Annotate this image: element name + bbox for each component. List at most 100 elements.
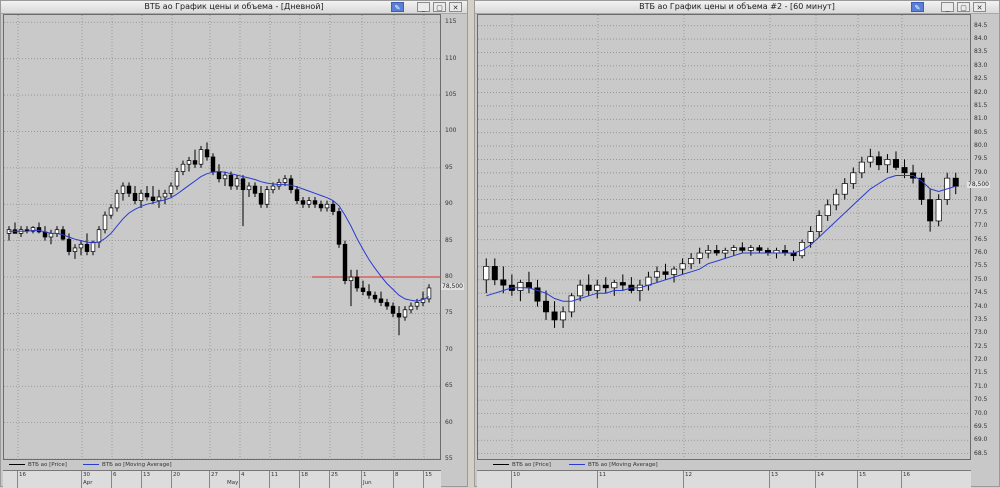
y-axis: 115 110 105 100 95 90 85 80 75 70 65 60 55 [443,14,467,462]
price-chart-plot[interactable] [3,14,441,460]
y-tick-label: 69.5 [974,422,988,430]
legend-ma-label: ВТБ ао [Moving Average] [102,462,172,468]
candle-up [72,247,78,252]
candle-up [324,203,330,209]
x-tick-label: 18 [301,472,308,478]
candle-down [500,279,507,286]
candle-up [671,268,678,275]
candle-down [150,196,156,201]
moving-average-line [486,175,956,302]
candle-up [414,302,420,307]
candle-up [824,204,831,216]
window-titlebar[interactable]: ВТБ ао График цены и объема #2 - [60 мин… [475,1,999,14]
candle-up [517,282,524,291]
y-tick-label: 75 [445,309,453,317]
x-tick [511,471,512,488]
window-titlebar[interactable]: ВТБ ао График цены и объема - [Дневной] … [1,1,467,14]
candle-down [378,298,384,303]
x-tick-label: 4 [241,472,245,478]
candle-up [645,276,652,286]
candle-down [210,156,216,172]
y-tick-label: 79.0 [974,168,988,176]
candle-up [198,149,204,165]
x-tick-label: 11 [271,472,278,478]
candle-down [390,305,396,314]
candle-up [935,199,942,222]
y-tick-label: 83.0 [974,61,988,69]
candle-up [102,214,108,231]
candle-down [258,192,264,205]
x-tick-label: 14 [817,472,824,478]
candle-down [372,294,378,300]
pin-icon[interactable]: ✎ [391,2,404,12]
y-tick-label: 73.0 [974,329,988,337]
x-month-label: Apr [83,480,93,486]
candle-down [132,192,138,201]
y-tick-label: 70.0 [974,409,988,417]
candle-up [48,233,54,238]
y-axis: 84.5 84.0 83.5 83.0 82.5 82.0 81.5 81.0 80.5 80.0… [972,14,998,458]
candle-down [360,287,366,292]
x-tick-label: 6 [113,472,117,478]
close-button[interactable]: ✕ [973,2,986,12]
close-button[interactable]: ✕ [449,2,462,12]
x-tick [683,471,684,488]
x-tick [81,471,82,488]
x-tick [815,471,816,488]
candle-up [78,243,84,249]
minimize-button[interactable]: _ [941,2,954,12]
x-tick [171,471,172,488]
y-tick-label: 76.5 [974,235,988,243]
candle-down [384,302,390,307]
legend-price: ВТБ ао [Price] [9,462,67,468]
candle-down [892,159,899,168]
y-tick-label: 80 [445,273,453,281]
candle-up [180,163,186,172]
candle-up [120,185,126,194]
x-tick-label: 10 [513,472,520,478]
candle-up [270,185,276,191]
x-tick-label: 27 [211,472,218,478]
x-tick-label: 15 [859,472,866,478]
y-tick-label: 60 [445,418,453,426]
x-tick-label: 13 [771,472,778,478]
candle-up [96,229,102,243]
minimize-button[interactable]: _ [417,2,430,12]
y-tick-label: 72.5 [974,342,988,350]
x-tick-label: 15 [425,472,432,478]
candle-down [662,271,669,275]
legend-ma-label: ВТБ ао [Moving Average] [588,462,658,468]
x-tick-label: 12 [685,472,692,478]
y-tick-label: 110 [445,54,457,62]
candle-up [246,185,252,191]
y-tick-label: 95 [445,163,453,171]
candle-up [867,156,874,163]
y-tick-label: 70.5 [974,396,988,404]
candle-up [807,231,814,243]
candle-up [850,172,857,184]
candle-up [234,178,240,187]
y-tick-label: 80.5 [974,128,988,136]
chart-window-daily[interactable]: ВТБ ао График цены и объема - [Дневной] … [0,0,468,488]
candle-up [653,271,660,278]
x-tick [393,471,394,488]
candle-down [288,178,294,191]
y-tick-label: 81.5 [974,101,988,109]
candle-down [318,203,324,209]
x-tick-label: 1 [363,472,367,478]
y-tick-label: 100 [445,127,457,135]
x-axis: 10 11 12 13 14 15 16 [477,470,971,488]
pin-icon[interactable]: ✎ [911,2,924,12]
price-chart-plot[interactable] [477,14,971,460]
y-tick-label: 83.5 [974,48,988,56]
x-tick [857,471,858,488]
restore-button[interactable]: ▢ [957,2,970,12]
candle-up [730,247,737,251]
candle-down [543,300,550,313]
candle-up [858,161,865,174]
chart-window-60min[interactable]: ВТБ ао График цены и объема #2 - [60 мин… [474,0,1000,488]
candle-up [348,276,354,282]
restore-button[interactable]: ▢ [433,2,446,12]
candle-up [168,185,174,194]
y-tick-label: 81.0 [974,115,988,123]
